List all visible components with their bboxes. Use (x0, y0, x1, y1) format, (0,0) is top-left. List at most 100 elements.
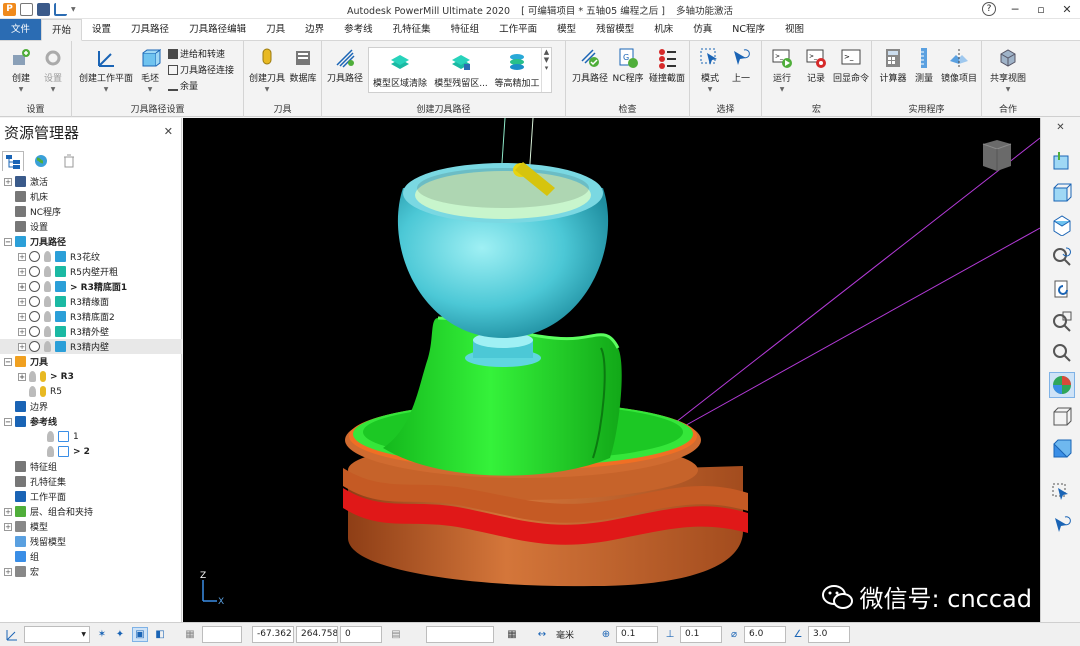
tolerance-field[interactable]: 0.1 (616, 626, 658, 643)
grid-snap-icon[interactable]: ▣ (132, 627, 148, 642)
gallery-scroll[interactable]: ▲ ▼ ▾ (541, 48, 551, 92)
minimize-button[interactable]: ─ (1002, 0, 1028, 19)
tree-node[interactable]: − 参考线 (4, 414, 57, 429)
snap-icon[interactable]: ✶ (94, 627, 110, 642)
tree-node[interactable]: − 刀具 (4, 354, 48, 369)
tab-nc-programs[interactable]: NC程序 (722, 19, 775, 40)
toolpath-connections-button[interactable]: 刀具路径连接 (168, 63, 234, 76)
tree-node[interactable]: 孔特征集 (4, 474, 66, 489)
expand-toggle[interactable]: + (18, 342, 26, 351)
model-view[interactable]: Z X (183, 118, 1040, 622)
solid-view-button[interactable] (1049, 436, 1075, 462)
grid-icon[interactable]: ▦ (182, 627, 198, 642)
explorer-close-button[interactable]: ✕ (164, 125, 173, 138)
toolpath-button[interactable]: 刀具路径 (326, 47, 364, 84)
restore-button[interactable]: ▫ (1028, 0, 1054, 19)
block-button[interactable]: 毛坯 ▼ (136, 47, 164, 94)
view-toolbar-close[interactable]: ✕ (1041, 122, 1080, 133)
expand-toggle[interactable]: + (4, 567, 12, 576)
coordinate-mode-icon[interactable]: ▤ (388, 627, 404, 642)
database-button[interactable]: 数据库 (288, 47, 318, 84)
lightbulb-icon[interactable] (29, 386, 36, 397)
workplane-status-icon[interactable] (4, 627, 20, 642)
save-icon[interactable] (37, 2, 50, 16)
previous-cursor-button[interactable] (1049, 512, 1075, 538)
view-iso-button[interactable] (1049, 148, 1075, 174)
tree-node[interactable]: + R3精内壁 (0, 339, 182, 354)
tab-workplane[interactable]: 工作平面 (489, 19, 547, 40)
expand-toggle[interactable]: + (18, 297, 26, 306)
expand-toggle[interactable]: − (4, 357, 12, 366)
zoom-button[interactable] (1049, 340, 1075, 366)
checkmark-icon[interactable] (29, 281, 40, 292)
expand-toggle[interactable]: + (4, 522, 12, 531)
tab-file[interactable]: 文件 (0, 19, 42, 40)
tree-node[interactable]: 1 (36, 429, 79, 444)
redraw-button[interactable] (1049, 276, 1075, 302)
tab-tool[interactable]: 刀具 (256, 19, 295, 40)
lightbulb-icon[interactable] (44, 296, 51, 307)
tab-hole-features[interactable]: 孔特征集 (383, 19, 441, 40)
tool-diameter-field[interactable]: 6.0 (744, 626, 786, 643)
tab-stock-model[interactable]: 残留模型 (586, 19, 644, 40)
checkmark-icon[interactable] (29, 251, 40, 262)
tab-toolpath-edit[interactable]: 刀具路径编辑 (179, 19, 256, 40)
tab-setup[interactable]: 设置 (82, 19, 121, 40)
open-folder-icon[interactable] (20, 2, 33, 16)
expand-toggle[interactable]: + (18, 327, 26, 336)
tree-node[interactable]: + 激活 (4, 174, 48, 189)
create-button[interactable]: 创建 ▼ (6, 47, 36, 94)
tree-node[interactable]: R5 (18, 384, 62, 399)
tree-node[interactable]: − 刀具路径 (4, 234, 66, 249)
calculator-button[interactable]: 计算器 (876, 47, 910, 84)
tab-boundary[interactable]: 边界 (295, 19, 334, 40)
lightbulb-icon[interactable] (44, 341, 51, 352)
checkmark-icon[interactable] (29, 266, 40, 277)
record-macro-button[interactable]: >_ 记录 (800, 47, 832, 84)
tree-node[interactable]: 组 (4, 549, 39, 564)
nc-program-button[interactable]: G NC程序 (610, 47, 646, 84)
tab-pattern[interactable]: 参考线 (334, 19, 383, 40)
lightbulb-icon[interactable] (44, 326, 51, 337)
zoom-refresh-button[interactable] (1049, 244, 1075, 270)
tip-radius-field[interactable]: 3.0 (808, 626, 850, 643)
lightbulb-icon[interactable] (44, 266, 51, 277)
expand-toggle[interactable]: + (4, 177, 12, 186)
thickness-field[interactable]: 0.1 (680, 626, 722, 643)
tree-node[interactable]: + 层、组合和夹持 (4, 504, 93, 519)
expand-toggle[interactable]: + (18, 372, 26, 381)
tree-node[interactable]: + R5内壁开粗 (18, 264, 118, 279)
tree-node[interactable]: + R3花纹 (18, 249, 100, 264)
tree-node[interactable]: + R3精缘面 (18, 294, 109, 309)
tree-node[interactable]: 设置 (4, 219, 48, 234)
tab-view[interactable]: 视图 (775, 19, 814, 40)
lightbulb-icon[interactable] (29, 371, 36, 382)
lightbulb-icon[interactable] (47, 431, 54, 442)
workplane-select[interactable]: ▼ (24, 626, 90, 643)
quick-access-dropdown-icon[interactable]: ▼ (71, 6, 76, 13)
tree-node[interactable]: NC程序 (4, 204, 61, 219)
constant-z-finish-button[interactable]: 等高精加工 (493, 52, 541, 89)
tree-node[interactable]: 工作平面 (4, 489, 66, 504)
lightbulb-icon[interactable] (44, 281, 51, 292)
checkmark-icon[interactable] (29, 326, 40, 337)
snap-mode-icon[interactable]: ✦ (112, 627, 128, 642)
collision-section-button[interactable]: 碰撞截面 (648, 47, 686, 84)
explorer-tree-tab[interactable] (2, 151, 24, 171)
lightbulb-icon[interactable] (47, 446, 54, 457)
zoom-box-button[interactable] (1049, 308, 1075, 334)
model-area-clear-button[interactable]: 模型区域清除 (371, 52, 429, 89)
share-view-button[interactable]: 共享视图 ▼ (986, 47, 1030, 94)
model-rest-area-button[interactable]: 模型残留区... (431, 52, 491, 89)
lightbulb-icon[interactable] (44, 251, 51, 262)
explorer-web-tab[interactable] (30, 151, 52, 171)
3d-viewport[interactable]: Z X 微信号: cnccad (183, 118, 1040, 622)
select-cursor-button[interactable] (1049, 480, 1075, 506)
tree-node[interactable]: > 2 (36, 444, 90, 459)
tree-node[interactable]: + R3精外壁 (18, 324, 109, 339)
tree-node[interactable]: 边界 (4, 399, 48, 414)
checkmark-icon[interactable] (29, 341, 40, 352)
tree-node[interactable]: 残留模型 (4, 534, 66, 549)
tree-node[interactable]: + > R3 (18, 369, 74, 384)
expand-toggle[interactable]: + (18, 312, 26, 321)
